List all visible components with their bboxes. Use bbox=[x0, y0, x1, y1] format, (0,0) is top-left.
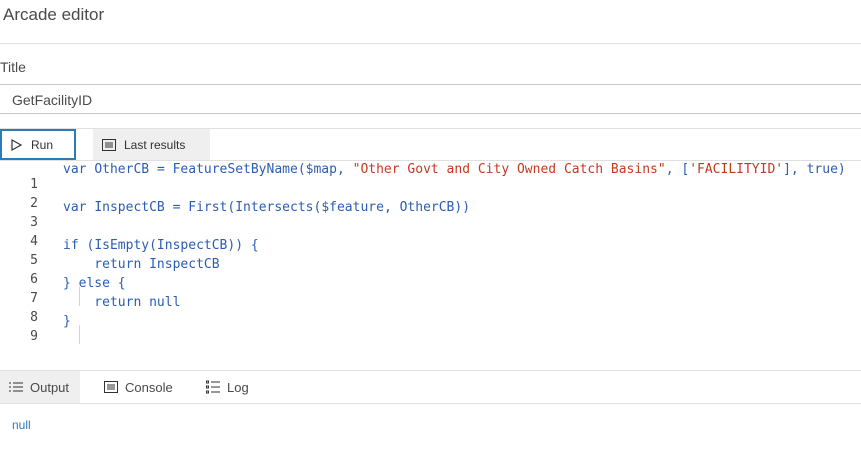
play-icon bbox=[11, 138, 22, 151]
line-code: var InspectCB = First(Intersects($featur… bbox=[63, 200, 471, 215]
tab-log[interactable]: Log bbox=[206, 371, 249, 403]
results-icon bbox=[102, 138, 116, 151]
line-code: return null bbox=[63, 295, 181, 310]
toolbar: Run Last results bbox=[0, 128, 861, 161]
page-title: Arcade editor bbox=[3, 5, 105, 24]
log-icon bbox=[206, 380, 220, 394]
title-input[interactable]: GetFacilityID bbox=[0, 84, 861, 114]
code-line: 4 bbox=[0, 219, 861, 249]
run-button[interactable]: Run bbox=[0, 129, 76, 160]
code-line: 6 return InspectCB bbox=[0, 257, 861, 306]
code-line: 7 } else { bbox=[0, 276, 861, 306]
tab-console[interactable]: Console bbox=[104, 371, 173, 403]
line-code: if (IsEmpty(InspectCB)) { bbox=[63, 238, 259, 253]
code-line: 9 } bbox=[0, 314, 861, 344]
console-icon bbox=[104, 381, 118, 393]
title-label: Title bbox=[0, 59, 26, 75]
output-icon bbox=[9, 382, 23, 392]
output-tabs: Output Console Log bbox=[0, 370, 861, 404]
code-line: 8 return null bbox=[0, 295, 861, 344]
code-editor[interactable]: 1 var OtherCB = FeatureSetByName($map, "… bbox=[0, 162, 861, 370]
editor-header: Arcade editor bbox=[0, 0, 861, 44]
code-line: 5 if (IsEmpty(InspectCB)) { bbox=[0, 238, 861, 268]
title-input-value: GetFacilityID bbox=[12, 92, 93, 108]
tab-output[interactable]: Output bbox=[0, 371, 80, 403]
tab-log-label: Log bbox=[227, 379, 249, 395]
last-results-button[interactable]: Last results bbox=[93, 129, 210, 160]
tab-console-label: Console bbox=[125, 379, 173, 395]
output-value: null bbox=[12, 418, 31, 432]
code-line: 1 var OtherCB = FeatureSetByName($map, "… bbox=[0, 162, 861, 192]
last-results-label: Last results bbox=[124, 137, 186, 152]
line-code: } bbox=[63, 314, 71, 329]
line-code: var OtherCB = FeatureSetByName($map, "Ot… bbox=[63, 162, 846, 177]
code-line: 2 bbox=[0, 181, 861, 211]
code-line: 3 var InspectCB = First(Intersects($feat… bbox=[0, 200, 861, 230]
run-button-label: Run bbox=[31, 137, 54, 152]
line-code: } else { bbox=[63, 276, 126, 291]
tab-output-label: Output bbox=[30, 379, 70, 395]
line-code: return InspectCB bbox=[63, 257, 220, 272]
line-number: 9 bbox=[30, 329, 38, 344]
